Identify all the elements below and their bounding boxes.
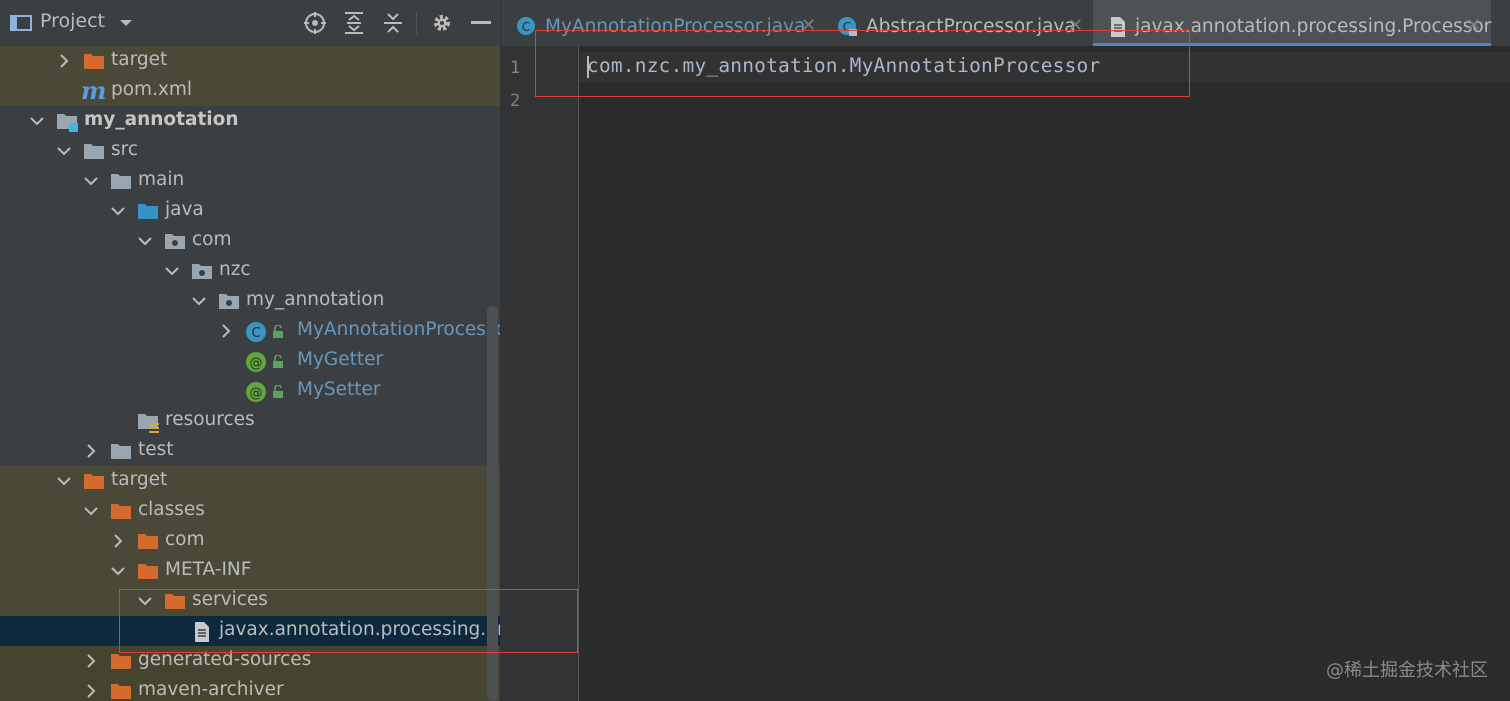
tree-item-classes[interactable]: classes xyxy=(0,496,500,526)
unlock-icon xyxy=(273,325,283,338)
tree-item-label: pom.xml xyxy=(111,79,193,100)
close-icon[interactable]: ✕ xyxy=(1466,15,1481,36)
chevron-down-icon[interactable] xyxy=(83,503,99,519)
class-icon: C xyxy=(246,322,266,342)
svg-text:C: C xyxy=(251,326,260,341)
annotation-icon: @ xyxy=(246,352,266,372)
chevron-down-icon[interactable] xyxy=(137,233,153,249)
tree-item-target-module[interactable]: target xyxy=(0,466,500,496)
tree-item-my-annotation-module[interactable]: my_annotation xyxy=(0,106,500,136)
svg-text:@: @ xyxy=(250,356,263,371)
expand-all-icon[interactable] xyxy=(339,8,369,38)
watermark: @稀土掘金技术社区 xyxy=(1326,660,1488,681)
line-number: 1 xyxy=(510,58,521,78)
resources-folder-icon xyxy=(138,414,159,433)
chevron-down-icon[interactable] xyxy=(191,293,207,309)
svg-text:C: C xyxy=(522,20,530,34)
project-panel-header: Project xyxy=(0,0,500,47)
folder-orange-icon xyxy=(111,684,131,699)
folder-orange-icon xyxy=(111,654,131,669)
project-view-icon xyxy=(6,8,36,38)
folder-orange-icon xyxy=(138,534,158,549)
tree-item-label: target xyxy=(111,49,168,70)
tree-item-pom-xml[interactable]: m pom.xml xyxy=(0,76,500,106)
toolbar-divider xyxy=(416,12,417,34)
tree-item-label: classes xyxy=(138,499,205,520)
tree-item-label: com xyxy=(192,229,232,250)
chevron-down-icon[interactable] xyxy=(83,173,99,189)
tree-item-src[interactable]: src xyxy=(0,136,500,166)
chevron-down-icon[interactable] xyxy=(56,473,72,489)
svg-text:@: @ xyxy=(250,386,263,401)
minimize-icon[interactable] xyxy=(466,8,496,38)
unlock-icon xyxy=(273,355,283,368)
chevron-right-icon[interactable] xyxy=(83,443,99,459)
tree-item-resources[interactable]: resources xyxy=(0,406,500,436)
chevron-right-icon[interactable] xyxy=(83,653,99,669)
maven-icon: m xyxy=(81,76,107,105)
tree-item-label: test xyxy=(138,439,174,460)
tree-item-main[interactable]: main xyxy=(0,166,500,196)
chevron-right-icon[interactable] xyxy=(83,683,99,699)
folder-orange-icon xyxy=(111,504,131,519)
tree-item-label: maven-archiver xyxy=(138,679,284,700)
tree-item-label: main xyxy=(138,169,185,190)
tree-item-my-setter[interactable]: @ MySetter xyxy=(0,376,500,406)
tree-item-label: my_annotation xyxy=(246,289,385,310)
tree-item-my-annotation-package[interactable]: my_annotation xyxy=(0,286,500,316)
chevron-down-icon[interactable] xyxy=(29,113,45,129)
folder-orange-icon xyxy=(138,564,158,579)
gear-icon[interactable] xyxy=(427,8,457,38)
tree-item-label: MyGetter xyxy=(297,349,384,370)
folder-orange-icon xyxy=(84,474,104,489)
tree-item-test[interactable]: test xyxy=(0,436,500,466)
chevron-down-icon[interactable] xyxy=(164,263,180,279)
annotation-box-code xyxy=(535,30,1190,97)
chevron-down-icon[interactable] xyxy=(111,8,141,38)
project-panel-title[interactable]: Project xyxy=(40,10,105,32)
tree-item-my-annotation-processor[interactable]: C MyAnnotationProcessor xyxy=(0,316,500,346)
annotation-icon: @ xyxy=(246,382,266,402)
folder-orange-icon xyxy=(84,54,104,69)
chevron-right-icon[interactable] xyxy=(110,533,126,549)
tree-item-target[interactable]: target xyxy=(0,46,500,76)
chevron-down-icon[interactable] xyxy=(56,143,72,159)
tree-item-label: java xyxy=(165,199,204,220)
tree-item-com-package[interactable]: com xyxy=(0,226,500,256)
folder-gray-icon xyxy=(111,444,131,459)
package-icon xyxy=(219,294,239,309)
folder-gray-icon xyxy=(111,174,131,189)
tree-item-meta-inf[interactable]: META-INF xyxy=(0,556,500,586)
collapse-all-icon[interactable] xyxy=(378,8,408,38)
tree-item-label: com xyxy=(165,529,205,550)
folder-blue-icon xyxy=(138,204,158,219)
chevron-right-icon[interactable] xyxy=(56,53,72,69)
tree-item-label: nzc xyxy=(219,259,251,280)
code-editor[interactable]: com.nzc.my_annotation.MyAnnotationProces… xyxy=(579,46,1510,701)
module-folder-icon xyxy=(57,114,78,132)
tree-item-label: src xyxy=(111,139,139,160)
annotation-box-services xyxy=(119,589,578,653)
chevron-right-icon[interactable] xyxy=(218,323,234,339)
tree-item-label: META-INF xyxy=(165,559,252,580)
package-icon xyxy=(165,234,185,249)
tree-item-label: my_annotation xyxy=(84,109,239,130)
unlock-icon xyxy=(273,385,283,398)
tree-item-nzc-package[interactable]: nzc xyxy=(0,256,500,286)
tree-item-my-getter[interactable]: @ MyGetter xyxy=(0,346,500,376)
tree-item-label: target xyxy=(111,469,168,490)
package-icon xyxy=(192,264,212,279)
tree-item-com-classes[interactable]: com xyxy=(0,526,500,556)
class-icon: C xyxy=(517,17,535,35)
tree-item-label: MySetter xyxy=(297,379,381,400)
tree-item-maven-archiver[interactable]: maven-archiver xyxy=(0,676,500,701)
folder-gray-icon xyxy=(84,144,104,159)
tree-item-java[interactable]: java xyxy=(0,196,500,226)
chevron-down-icon[interactable] xyxy=(110,563,126,579)
locate-file-icon[interactable] xyxy=(300,8,330,38)
tree-item-label: MyAnnotationProcessor xyxy=(297,319,500,340)
tree-item-label: resources xyxy=(165,409,255,430)
line-number: 2 xyxy=(510,91,521,111)
chevron-down-icon[interactable] xyxy=(110,203,126,219)
